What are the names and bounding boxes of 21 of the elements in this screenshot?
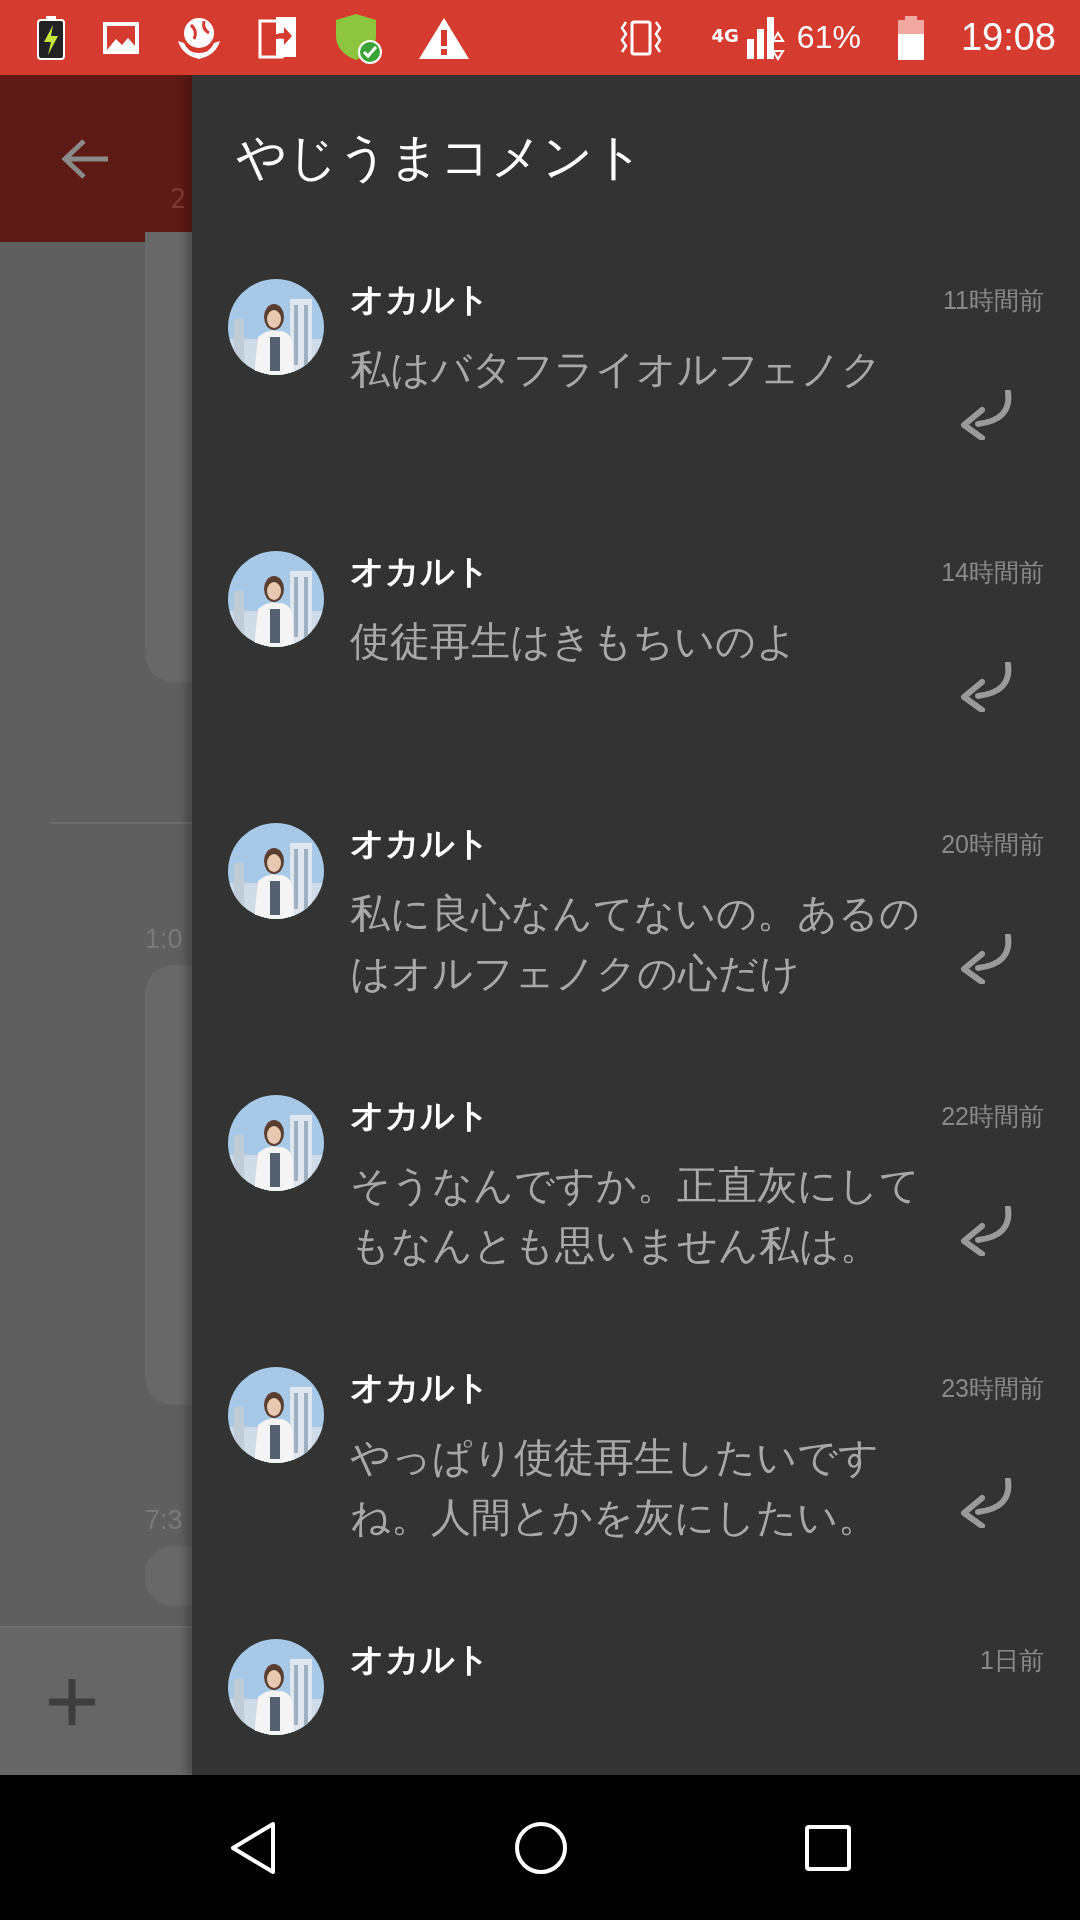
- drawer-title: やじうまコメント: [235, 127, 645, 188]
- comment-text: そうなんですか。正直灰にしてもなんとも思いません私は。: [350, 1161, 921, 1270]
- comment-time: 11時間前: [943, 284, 1044, 316]
- comment-time: 20時間前: [941, 828, 1044, 860]
- comment-text: 私に良心なんてないの。あるのはオルフェノクの心だけ: [350, 889, 921, 998]
- comment-text: 使徒再生はきもちいのよ: [350, 617, 798, 666]
- comment-time: 14時間前: [941, 556, 1044, 588]
- comment-time: 22時間前: [941, 1100, 1044, 1132]
- network-label: 4G: [711, 24, 739, 46]
- comment-text: やっぱり使徒再生したいですね。人間とかを灰にしたい。: [350, 1433, 880, 1542]
- clock-time: 19:08: [960, 16, 1056, 59]
- author-name: オカルト: [350, 1638, 490, 1681]
- comment-time: 23時間前: [941, 1372, 1044, 1404]
- comment-text: 私はバタフライオルフェノク: [350, 345, 883, 394]
- battery-percent: 61%: [796, 19, 861, 56]
- author-name: オカルト: [350, 1094, 490, 1137]
- comment-time: 1日前: [980, 1644, 1044, 1676]
- author-name: オカルト: [350, 1366, 490, 1409]
- author-name: オカルト: [350, 550, 490, 593]
- author-name: オカルト: [350, 822, 490, 865]
- author-name: オカルト: [350, 278, 490, 321]
